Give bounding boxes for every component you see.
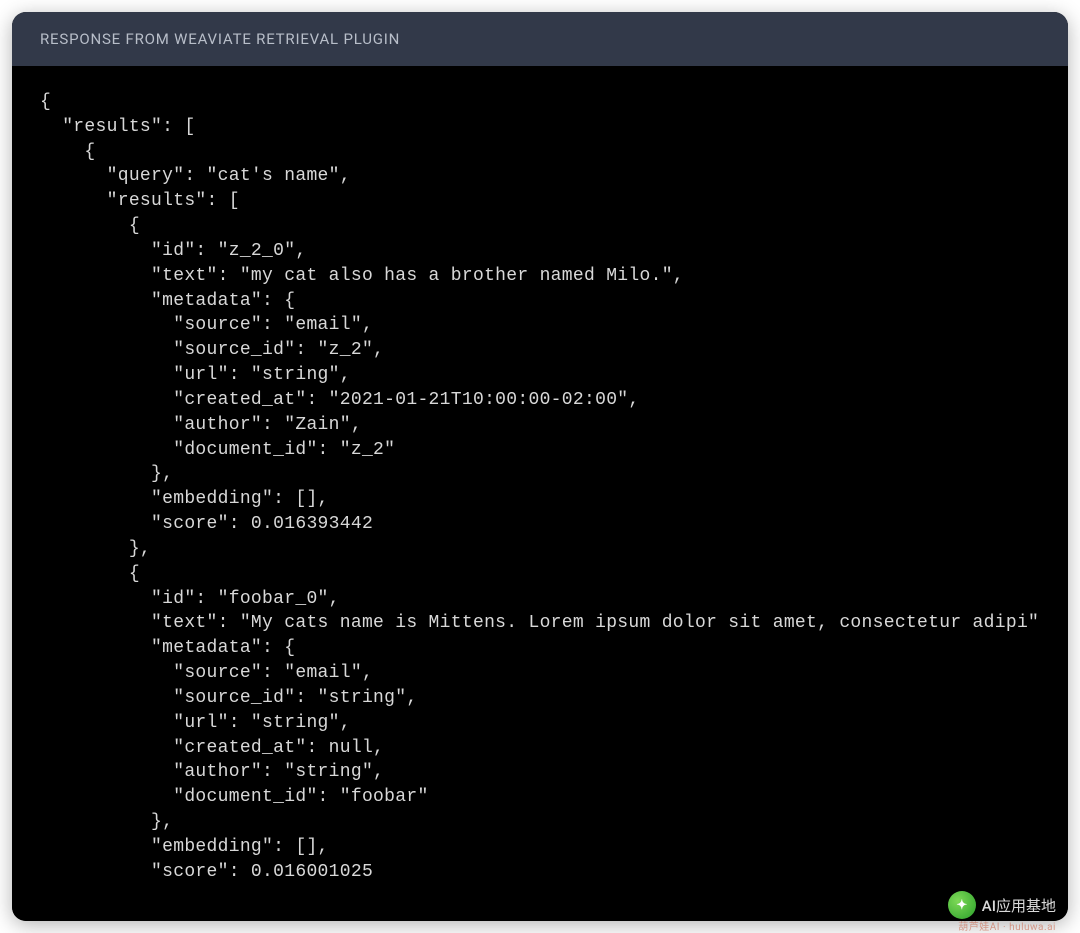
response-panel: RESPONSE FROM WEAVIATE RETRIEVAL PLUGIN … (12, 12, 1068, 921)
json-response-body: { "results": [ { "query": "cat's name", … (12, 66, 1068, 921)
panel-title: RESPONSE FROM WEAVIATE RETRIEVAL PLUGIN (12, 12, 1068, 66)
